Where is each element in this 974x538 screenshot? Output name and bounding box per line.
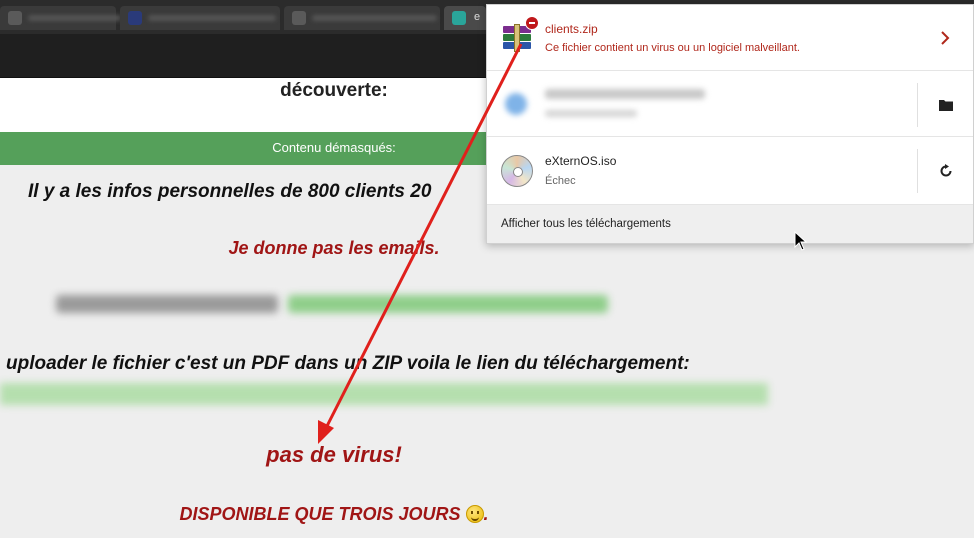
download-item-blurred[interactable]	[487, 71, 973, 137]
blurred-label	[56, 295, 278, 313]
blurred-file-icon	[505, 93, 527, 115]
tab-favicon	[128, 11, 142, 25]
blurred-download-link[interactable]	[0, 383, 768, 405]
download-filename: eXternOS.iso	[545, 154, 617, 168]
info-line: Il y a les infos personnelles de 800 cli…	[28, 181, 432, 202]
browser-tab[interactable]	[0, 6, 121, 30]
download-details-button[interactable]	[917, 5, 973, 70]
download-item-failed[interactable]: eXternOS.iso Échec	[487, 137, 973, 205]
retry-icon	[940, 164, 951, 177]
download-status: Ce fichier contient un virus ou un logic…	[545, 42, 800, 54]
show-all-label: Afficher tous les téléchargements	[501, 218, 671, 230]
download-item-blocked[interactable]: clients.zip Ce fichier contient un virus…	[487, 5, 973, 71]
disc-image-icon	[501, 155, 533, 187]
retry-download-button[interactable]	[917, 149, 973, 193]
browser-tab[interactable]	[120, 6, 280, 30]
folder-icon	[938, 100, 953, 111]
availability-note: DISPONIBLE QUE TROIS JOURS .	[0, 504, 668, 525]
blurred-status	[545, 110, 637, 117]
tab-title-blurred	[28, 15, 121, 21]
tab-title: e	[474, 11, 481, 23]
winrar-archive-icon	[501, 16, 539, 55]
tab-favicon	[8, 11, 22, 25]
download-filename: clients.zip	[545, 22, 598, 36]
tab-favicon	[452, 11, 466, 25]
browser-tab-active[interactable]: e	[444, 6, 486, 30]
availability-text: DISPONIBLE QUE TROIS JOURS	[179, 504, 461, 524]
availability-end: .	[483, 504, 489, 524]
blurred-link[interactable]	[288, 295, 608, 313]
chevron-right-icon	[941, 30, 950, 45]
no-virus-claim: pas de virus!	[266, 442, 402, 467]
browser-tab[interactable]	[284, 6, 440, 30]
tab-title-blurred	[148, 15, 276, 21]
smiley-icon	[465, 505, 484, 523]
tab-favicon	[292, 11, 306, 25]
downloads-panel: clients.zip Ce fichier contient un virus…	[486, 4, 974, 244]
upload-line: uploader le fichier c'est un PDF dans un…	[6, 353, 690, 374]
show-all-downloads-button[interactable]: Afficher tous les téléchargements	[487, 205, 973, 243]
tab-title-blurred	[312, 15, 437, 21]
blocked-icon	[525, 16, 539, 30]
mouse-cursor-icon	[794, 231, 808, 251]
download-status: Échec	[545, 175, 576, 187]
blurred-filename	[545, 89, 705, 99]
show-in-folder-button[interactable]	[917, 83, 973, 127]
